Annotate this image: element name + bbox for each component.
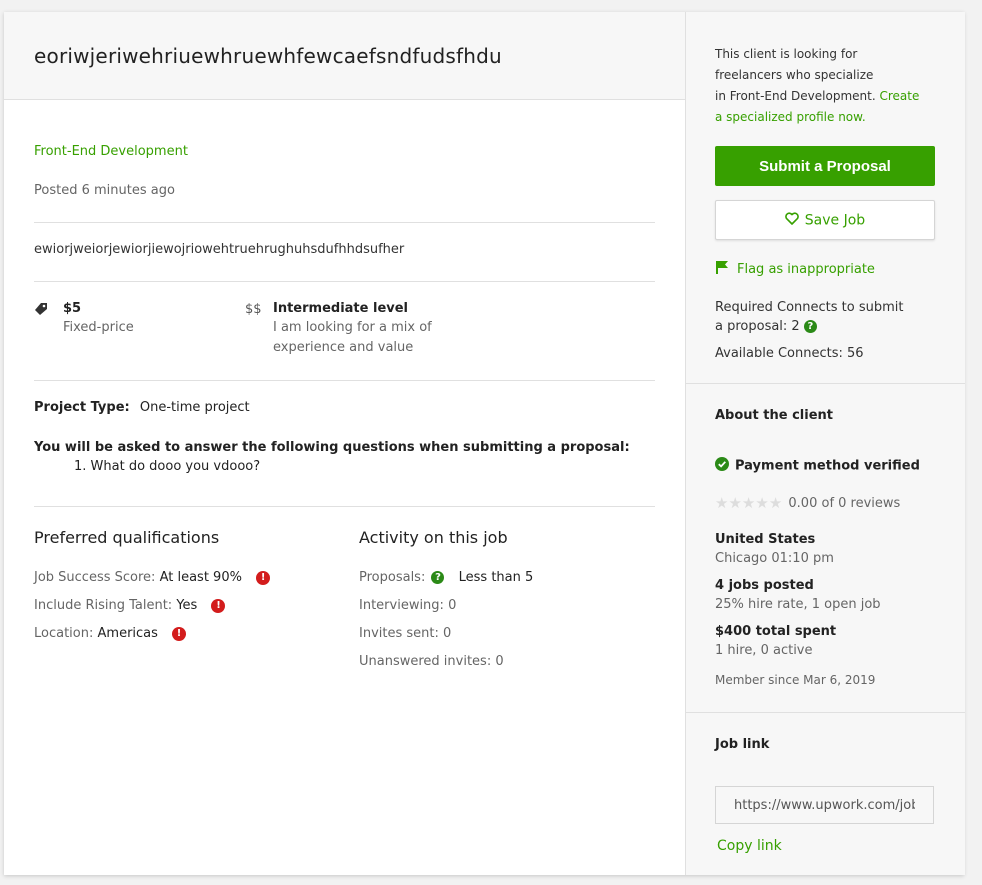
- activity-item: Interviewing: 0: [359, 598, 457, 613]
- help-icon[interactable]: ?: [803, 320, 817, 333]
- price-type: Fixed-price: [63, 320, 134, 335]
- total-spent: $400 total spent: [715, 624, 837, 639]
- job-sidebar: This client is looking for freelancers w…: [685, 12, 965, 875]
- star-icon: ★: [741, 494, 756, 512]
- flag-link[interactable]: Flag as inappropriate: [715, 260, 875, 279]
- qualifications-heading: Preferred qualifications: [34, 528, 220, 547]
- star-icon: ★: [728, 494, 742, 512]
- activity-heading: Activity on this job: [359, 528, 508, 547]
- job-header: eoriwjeriwehriuewhruewhfewcaefsndfudsfhd…: [4, 12, 685, 100]
- about-client-heading: About the client: [715, 408, 834, 423]
- star-icon: ★: [768, 494, 783, 512]
- star-icon: ★: [755, 494, 769, 512]
- member-since: Member since Mar 6, 2019: [715, 673, 876, 687]
- client-country: United States: [715, 532, 816, 547]
- client-local-time: Chicago 01:10 pm: [715, 551, 834, 566]
- questions-heading: You will be asked to answer the followin…: [34, 440, 630, 455]
- qualification-item: Include Rising Talent: Yes !: [34, 598, 226, 613]
- activity-item: Unanswered invites: 0: [359, 654, 504, 669]
- job-details-card: eoriwjeriwehriuewhruewhfewcaefsndfudsfhd…: [4, 12, 965, 875]
- jobs-posted: 4 jobs posted: [715, 578, 814, 593]
- save-job-label: Save Job: [804, 212, 866, 228]
- project-type-label: Project Type:: [34, 400, 130, 415]
- hire-rate: 25% hire rate, 1 open job: [715, 597, 881, 612]
- job-description: ewiorjweiorjewiorjiewojriowehtruehrughuh…: [34, 242, 405, 257]
- divider: [34, 506, 655, 507]
- job-title: eoriwjeriwehriuewhruewhfewcaefsndfudsfhd…: [34, 44, 502, 68]
- flag-label: Flag as inappropriate: [737, 262, 875, 277]
- alert-icon: !: [211, 598, 226, 613]
- project-type-value: One-time project: [139, 400, 250, 415]
- qualification-item: Location: Americas !: [34, 626, 187, 641]
- heart-icon: [784, 211, 799, 229]
- flag-icon: [715, 260, 729, 279]
- price-value: $5: [63, 301, 82, 316]
- submit-proposal-button[interactable]: Submit a Proposal: [715, 146, 935, 186]
- save-job-button[interactable]: Save Job: [715, 200, 935, 240]
- level-icon: $$: [245, 302, 262, 317]
- hires-active: 1 hire, 0 active: [715, 643, 813, 658]
- divider: [686, 712, 965, 713]
- experience-level-desc: I am looking for a mix of: [273, 320, 432, 335]
- client-rating: ★★★★★ 0.00 of 0 reviews: [715, 494, 901, 512]
- payment-verified: Payment method verified: [715, 457, 920, 475]
- alert-icon: !: [172, 626, 187, 641]
- copy-link-button[interactable]: Copy link: [717, 838, 782, 854]
- job-category: Front-End Development: [34, 144, 188, 159]
- activity-proposals: Proposals: ? Less than 5: [359, 570, 534, 585]
- divider: [34, 222, 655, 223]
- job-link-input[interactable]: [715, 786, 934, 824]
- job-main-panel: eoriwjeriwehriuewhruewhfewcaefsndfudsfhd…: [4, 12, 685, 875]
- experience-level-desc: experience and value: [273, 340, 414, 355]
- check-circle-icon: [715, 457, 729, 475]
- available-connects: Available Connects: 56: [715, 346, 864, 361]
- required-connects: Required Connects to submit a proposal: …: [715, 300, 904, 334]
- project-type: Project Type: One-time project: [34, 400, 250, 415]
- question-item: 1. What do dooo you vdooo?: [74, 459, 261, 474]
- job-link-heading: Job link: [715, 737, 770, 752]
- posted-time: Posted 6 minutes ago: [34, 183, 175, 198]
- divider: [34, 281, 655, 282]
- star-icon: ★: [715, 494, 729, 512]
- help-icon[interactable]: ?: [431, 571, 445, 584]
- specialize-notice: This client is looking for freelancers w…: [715, 44, 955, 128]
- create-profile-link[interactable]: Create: [879, 89, 919, 103]
- rating-stars: ★★★★★: [715, 494, 786, 512]
- create-profile-link[interactable]: a specialized profile now.: [715, 107, 955, 128]
- activity-item: Invites sent: 0: [359, 626, 452, 641]
- divider: [34, 380, 655, 381]
- price-tag-icon: [34, 301, 48, 315]
- divider: [686, 383, 965, 384]
- experience-level: Intermediate level: [273, 301, 409, 316]
- alert-icon: !: [256, 570, 271, 585]
- qualification-item: Job Success Score: At least 90% !: [34, 570, 271, 585]
